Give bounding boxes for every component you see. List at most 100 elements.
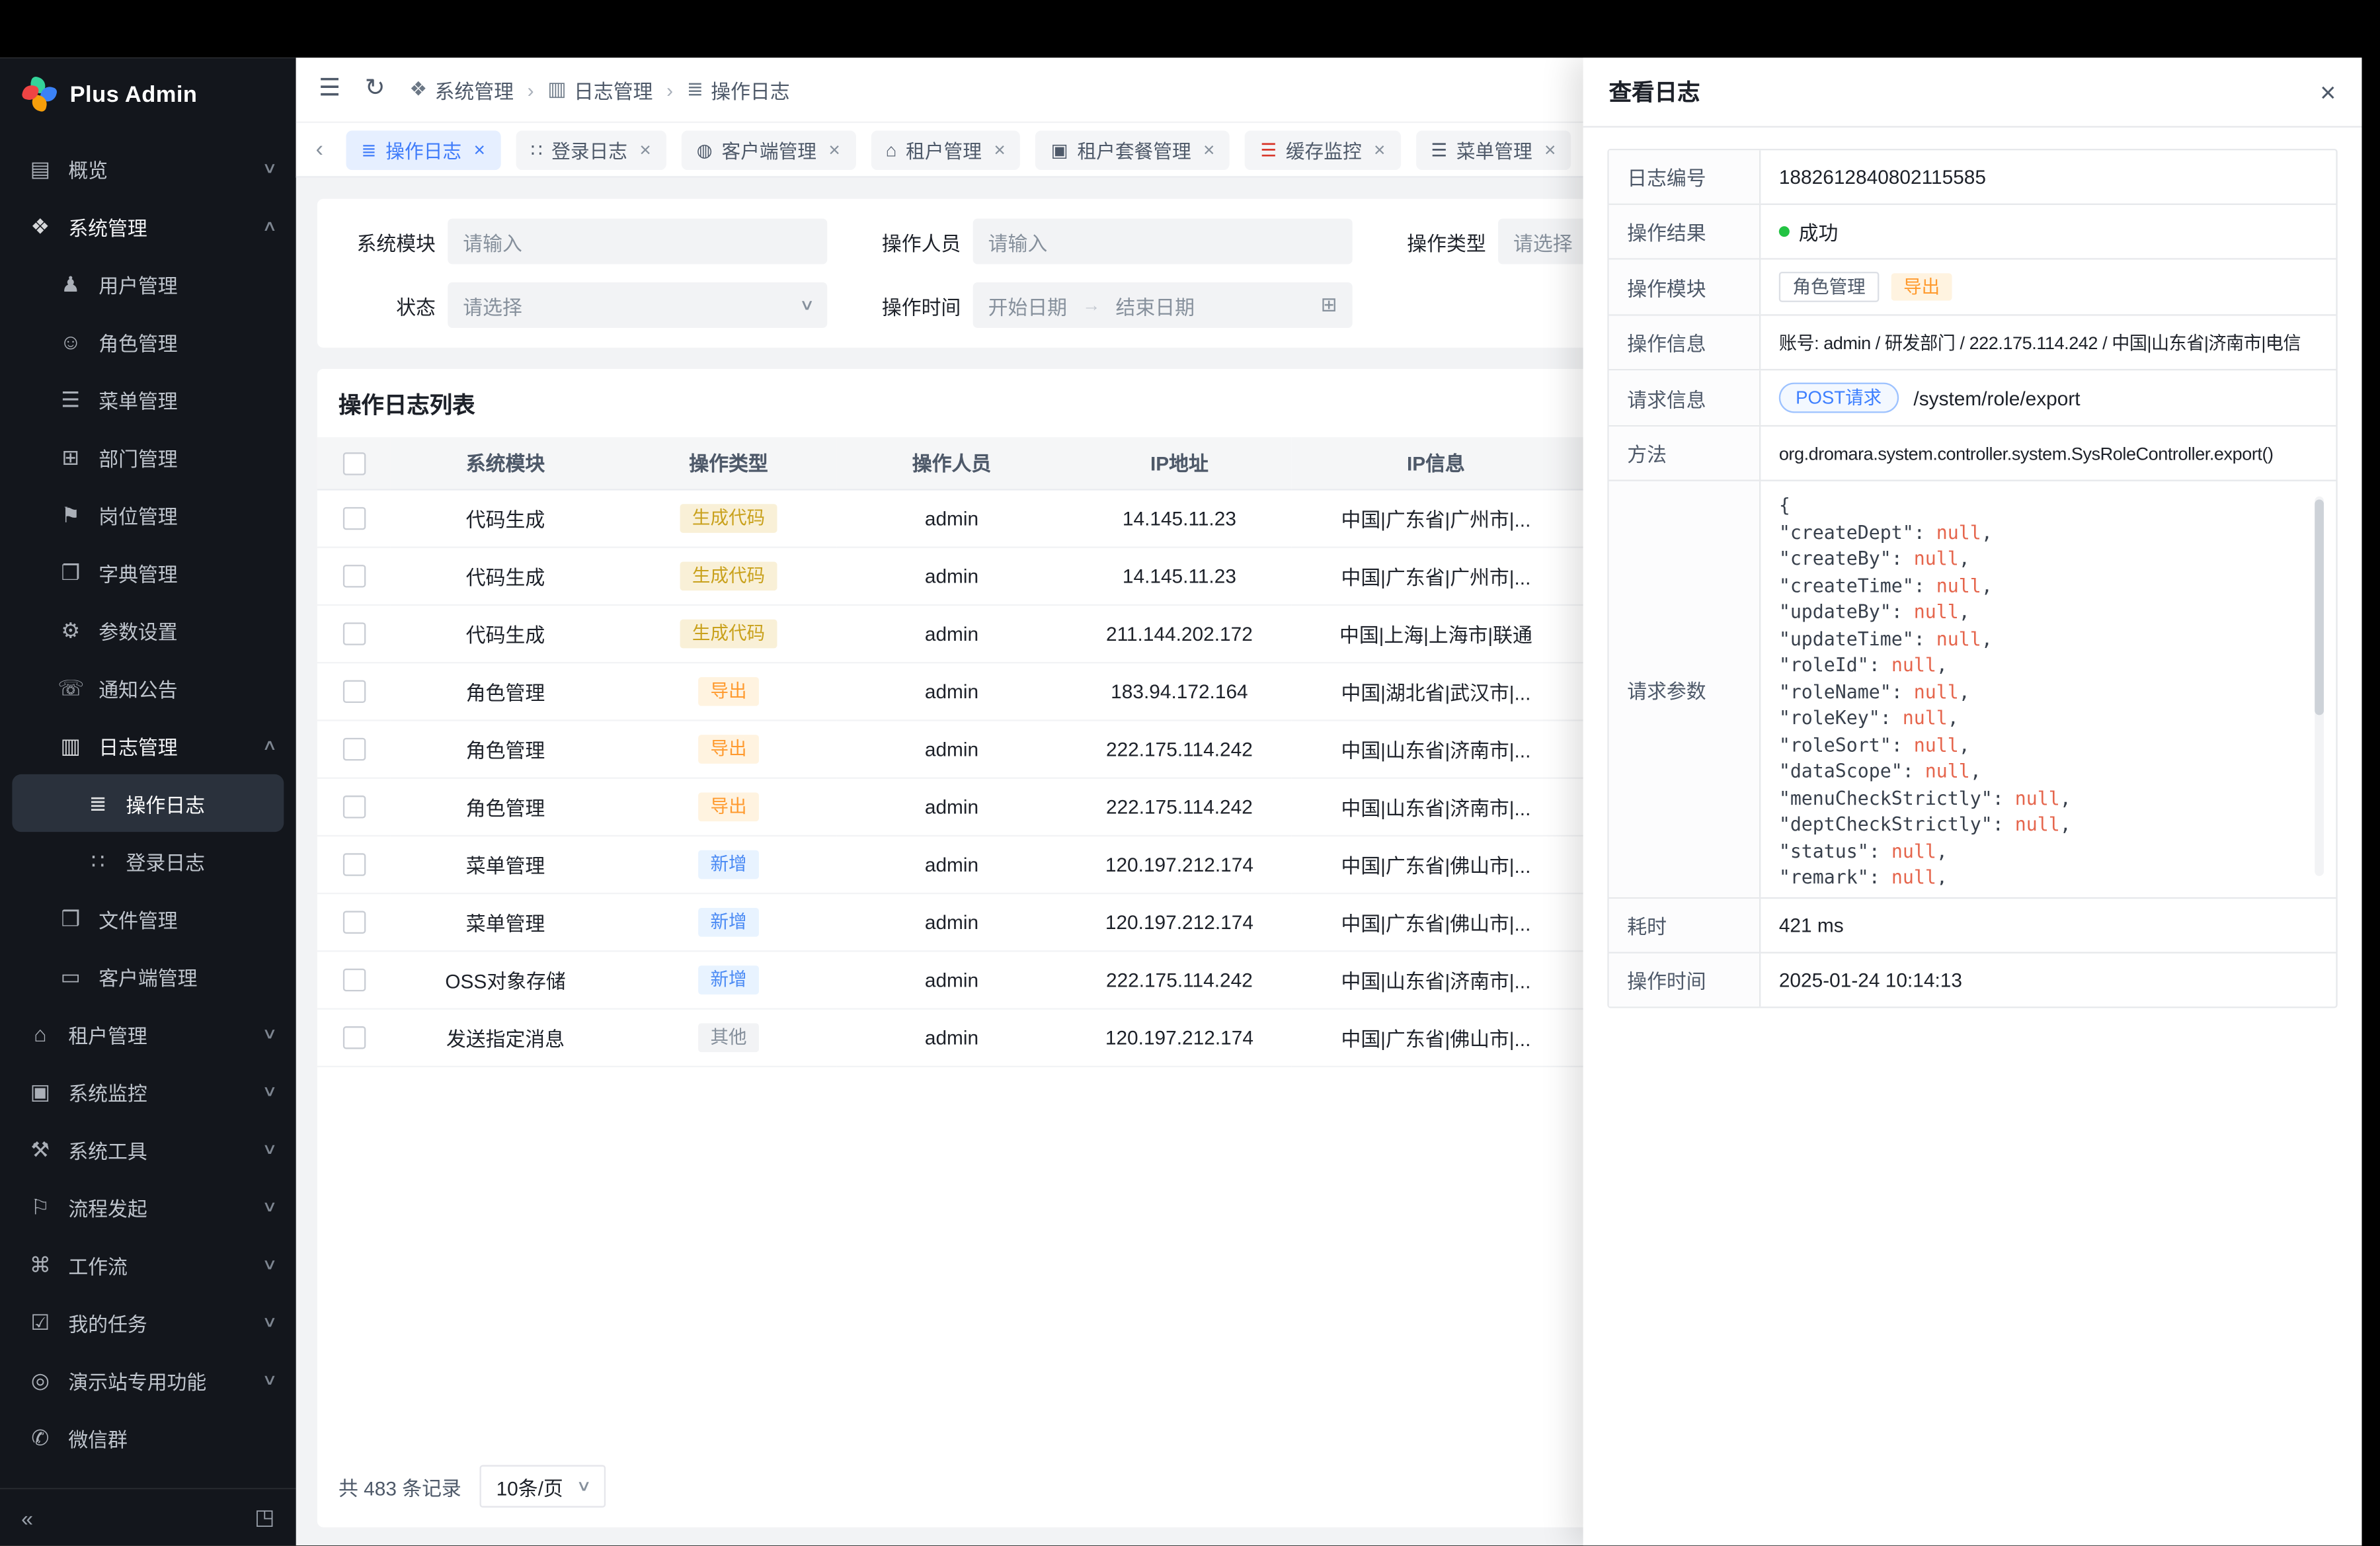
tab-2[interactable]: ◍客户端管理× — [682, 130, 855, 169]
sidebar-item-16[interactable]: ▣系统监控∨ — [0, 1063, 296, 1120]
operator-input[interactable]: 请输入 — [973, 219, 1353, 264]
brand: Plus Admin — [0, 58, 296, 130]
sidebar-item-3[interactable]: ☺角色管理 — [0, 313, 296, 370]
system-module-input[interactable]: 请输入 — [448, 219, 827, 264]
sidebar-item-6[interactable]: ⚑岗位管理 — [0, 486, 296, 544]
tab-close-icon[interactable]: × — [994, 138, 1005, 161]
success-dot-icon — [1779, 226, 1790, 237]
tab-4[interactable]: ▣租户套餐管理× — [1036, 130, 1230, 169]
tab-close-icon[interactable]: × — [1203, 138, 1214, 161]
status-select[interactable]: 请选择 ∨ — [448, 282, 827, 328]
code-line: "dataScope": null, — [1779, 759, 2306, 786]
sidebar-item-8[interactable]: ⚙参数设置 — [0, 601, 296, 659]
field-value: 2025-01-24 10:14:13 — [1761, 954, 2336, 1006]
column-header-0: 系统模块 — [390, 437, 621, 489]
sidebar-item-9[interactable]: ☏通知公告 — [0, 659, 296, 716]
sidebar-item-0[interactable]: ▤概览∨ — [0, 140, 296, 197]
breadcrumb-item-2[interactable]: ≣操作日志 — [687, 75, 790, 104]
field-label: 请求参数 — [1609, 481, 1761, 897]
menu-item-label: 部门管理 — [99, 442, 274, 471]
tabs-scroll-left-icon[interactable]: ‹ — [305, 137, 334, 163]
sidebar-item-17[interactable]: ⚒系统工具∨ — [0, 1120, 296, 1178]
sidebar-item-13[interactable]: ❒文件管理 — [0, 889, 296, 947]
row-checkbox[interactable] — [342, 853, 365, 875]
menu-toggle-icon[interactable]: ☰ — [319, 77, 340, 102]
op-type-badge: 其他 — [698, 1022, 759, 1051]
row-checkbox[interactable] — [342, 911, 365, 934]
sidebar-item-18[interactable]: ⚐流程发起∨ — [0, 1178, 296, 1236]
field-value: 角色管理 导出 — [1761, 260, 2336, 315]
sidebar-item-22[interactable]: ✆ 微信群 — [0, 1409, 296, 1467]
sidebar-item-21[interactable]: ◎演示站专用功能∨ — [0, 1351, 296, 1408]
row-checkbox[interactable] — [342, 1026, 365, 1049]
menu-item-label: 微信群 — [68, 1423, 274, 1452]
tabs: ≣操作日志× ∷登录日志× ◍客户端管理× ⌂租户管理× ▣租户套餐管理× ☰缓存监控× ☰… — [346, 130, 1571, 169]
row-checkbox[interactable] — [342, 969, 365, 991]
tab-icon: ⌂ — [886, 140, 897, 159]
chevron-up-icon: ∧ — [261, 737, 277, 754]
tab-6[interactable]: ☰菜单管理× — [1415, 130, 1571, 169]
request-params-code[interactable]: { "createDept": null, "createBy": null, … — [1779, 493, 2324, 885]
tab-close-icon[interactable]: × — [474, 138, 485, 161]
filter-label-system-module: 系统模块 — [338, 227, 448, 256]
row-checkbox[interactable] — [342, 565, 365, 587]
field-value: 账号: admin / 研发部门 / 222.175.114.242 / 中国|… — [1761, 316, 2336, 369]
sidebar-item-14[interactable]: ▭客户端管理 — [0, 948, 296, 1005]
code-line: "deptCheckStrictly": null, — [1779, 812, 2306, 838]
op-time-range-picker[interactable]: 开始日期 → 结束日期 ⊞ — [973, 282, 1353, 328]
cell-operator: admin — [836, 1008, 1067, 1065]
menu-item-icon: ⌘ — [27, 1252, 53, 1278]
row-checkbox[interactable] — [342, 507, 365, 530]
op-type-badge: 新增 — [698, 850, 759, 879]
sidebar-item-1[interactable]: ❖系统管理∧ — [0, 197, 296, 255]
menu-item-label: 工作流 — [68, 1250, 248, 1280]
drawer-header: 查看日志 × — [1583, 58, 2362, 128]
cell-ip_info: 中国|广东省|广州市|... — [1292, 489, 1580, 546]
breadcrumb-item-0[interactable]: ❖系统管理 — [409, 75, 514, 104]
menu-item-icon: ✆ — [27, 1425, 53, 1451]
tab-close-icon[interactable]: × — [828, 138, 840, 161]
row-checkbox[interactable] — [342, 738, 365, 760]
collapse-sidebar-icon[interactable]: « — [21, 1506, 33, 1530]
refresh-icon[interactable]: ↻ — [365, 77, 385, 102]
breadcrumb-label: 日志管理 — [574, 75, 653, 104]
sidebar-item-2[interactable]: ♟用户管理 — [0, 255, 296, 313]
sidebar-item-10[interactable]: ▥日志管理∧ — [0, 717, 296, 774]
tab-close-icon[interactable]: × — [639, 138, 651, 161]
op-type-badge: 新增 — [698, 965, 759, 994]
tab-1[interactable]: ∷登录日志× — [516, 130, 666, 169]
menu-item-label: 通知公告 — [99, 673, 274, 702]
menu-item-icon: ⚐ — [27, 1194, 53, 1220]
sidebar-item-15[interactable]: ⌂租户管理∨ — [0, 1005, 296, 1063]
cell-ip: 211.144.202.172 — [1067, 604, 1292, 662]
cell-ip_info: 中国|广东省|广州市|... — [1292, 547, 1580, 604]
sidebar-item-19[interactable]: ⌘工作流∨ — [0, 1236, 296, 1293]
breadcrumb-label: 系统管理 — [435, 75, 514, 104]
sidebar-item-20[interactable]: ☑我的任务∨ — [0, 1293, 296, 1351]
code-line: "createTime": null, — [1779, 573, 2306, 600]
menu-item-icon: ⚒ — [27, 1136, 53, 1162]
tab-close-icon[interactable]: × — [1544, 138, 1556, 161]
page-size-select[interactable]: 10条/页 ∨ — [479, 1465, 606, 1508]
brand-logo-icon — [22, 77, 56, 111]
tab-0[interactable]: ≣操作日志× — [346, 130, 500, 169]
close-icon[interactable]: × — [2320, 78, 2336, 105]
select-all-checkbox[interactable] — [342, 452, 365, 475]
code-scrollbar-thumb[interactable] — [2315, 499, 2324, 715]
sidebar-item-7[interactable]: ❐字典管理 — [0, 544, 296, 601]
tab-5[interactable]: ☰缓存监控× — [1245, 130, 1400, 169]
tab-3[interactable]: ⌂租户管理× — [871, 130, 1021, 169]
breadcrumb-item-1[interactable]: ▥日志管理 — [547, 75, 653, 104]
menu-item-label: 操作日志 — [126, 789, 263, 818]
sidebar-item-12[interactable]: ∷登录日志 — [0, 832, 296, 889]
sidebar-item-11[interactable]: ≣操作日志 — [12, 774, 284, 832]
row-checkbox[interactable] — [342, 680, 365, 703]
field-value: 1882612840802115585 — [1761, 150, 2336, 203]
row-checkbox[interactable] — [342, 622, 365, 645]
sidebar-item-4[interactable]: ☰菜单管理 — [0, 370, 296, 428]
tab-close-icon[interactable]: × — [1374, 138, 1385, 161]
sidebar-item-5[interactable]: ⊞部门管理 — [0, 428, 296, 485]
pin-sidebar-icon[interactable]: ◳ — [255, 1505, 274, 1531]
code-line: { — [1779, 493, 2306, 520]
row-checkbox[interactable] — [342, 795, 365, 818]
